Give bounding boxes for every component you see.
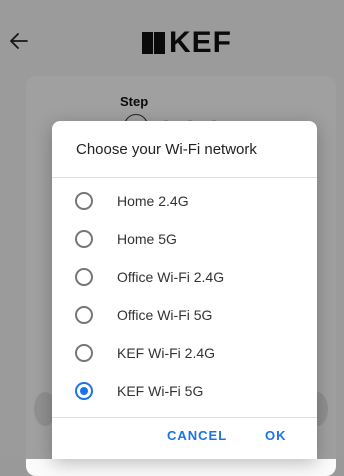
wifi-option-label: Home 5G bbox=[117, 231, 177, 247]
wifi-option-label: Office Wi-Fi 5G bbox=[117, 307, 213, 323]
radio-button-checked[interactable] bbox=[75, 382, 93, 400]
radio-button[interactable] bbox=[75, 192, 93, 210]
radio-button[interactable] bbox=[75, 344, 93, 362]
radio-button[interactable] bbox=[75, 268, 93, 286]
wifi-option[interactable]: Office Wi-Fi 2.4G bbox=[52, 258, 317, 296]
cancel-button[interactable]: CANCEL bbox=[167, 428, 227, 443]
wifi-option-label: KEF Wi-Fi 2.4G bbox=[117, 345, 216, 361]
wifi-option-label: KEF Wi-Fi 5G bbox=[117, 383, 204, 399]
divider bbox=[52, 177, 317, 178]
radio-button[interactable] bbox=[75, 230, 93, 248]
wifi-option[interactable]: Home 2.4G bbox=[52, 182, 317, 220]
ok-button[interactable]: OK bbox=[265, 428, 287, 443]
radio-button[interactable] bbox=[75, 306, 93, 324]
wifi-option[interactable]: Office Wi-Fi 5G bbox=[52, 296, 317, 334]
wifi-network-dialog: Choose your Wi-Fi network Home 2.4G Home… bbox=[52, 121, 317, 459]
wifi-option-label: Home 2.4G bbox=[117, 193, 189, 209]
divider bbox=[52, 417, 317, 418]
wifi-option[interactable]: Home 5G bbox=[52, 220, 317, 258]
wifi-option-selected[interactable]: KEF Wi-Fi 5G bbox=[52, 372, 317, 410]
wifi-option[interactable]: KEF Wi-Fi 2.4G bbox=[52, 334, 317, 372]
dialog-title: Choose your Wi-Fi network bbox=[76, 141, 257, 158]
wifi-option-label: Office Wi-Fi 2.4G bbox=[117, 269, 225, 285]
